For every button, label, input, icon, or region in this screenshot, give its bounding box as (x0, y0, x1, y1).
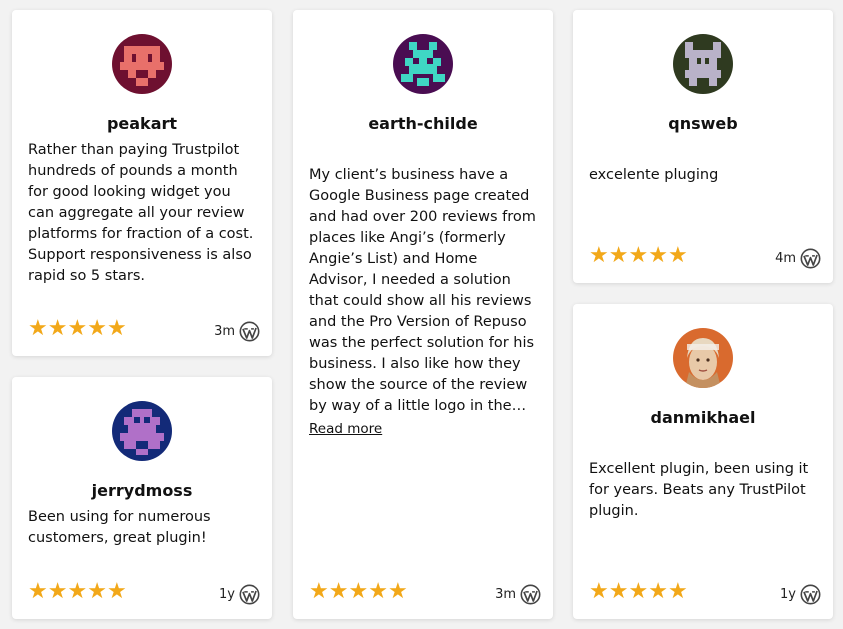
wordpress-icon[interactable] (520, 584, 541, 605)
star-icon: ★ (106, 316, 127, 341)
star-icon: ★ (628, 579, 649, 604)
review-text: Rather than paying Trustpilot hundreds o… (28, 140, 258, 287)
star-icon: ★ (589, 579, 609, 604)
star-icon: ★ (328, 579, 349, 604)
star-icon: ★ (667, 243, 688, 268)
star-icon: ★ (47, 316, 68, 341)
pixel-avatar-icon (393, 34, 453, 94)
reviewer-name: danmikhael (650, 408, 756, 427)
star-icon: ★ (309, 579, 329, 604)
star-icon: ★ (667, 579, 688, 604)
star-icon: ★ (648, 579, 668, 604)
review-meta: 3m (214, 321, 260, 342)
star-icon: ★ (608, 243, 629, 268)
star-rating: ★★★★★ (589, 581, 688, 603)
wordpress-icon[interactable] (800, 248, 821, 269)
star-icon: ★ (348, 579, 369, 604)
review-text-body: My client’s business have a Google Busin… (309, 167, 536, 414)
avatar (393, 34, 453, 94)
review-text-body: Been using for numerous customers, great… (28, 509, 211, 546)
review-text: excelente pluging (589, 165, 819, 186)
review-time: 3m (214, 324, 235, 339)
read-more-link[interactable]: Read more (309, 419, 539, 440)
star-icon: ★ (47, 579, 68, 604)
review-text-body: Rather than paying Trustpilot hundreds o… (28, 142, 254, 284)
review-meta: 4m (775, 248, 821, 269)
review-time: 3m (495, 587, 516, 602)
review-card: qnsweb excelente pluging ★★★★★ 4m (573, 10, 833, 283)
star-rating: ★★★★★ (28, 581, 127, 603)
wordpress-icon[interactable] (239, 584, 260, 605)
pixel-avatar-icon (673, 34, 733, 94)
review-text: Been using for numerous customers, great… (28, 507, 258, 549)
review-card: earth-childe My client’s business have a… (293, 10, 553, 619)
wordpress-icon[interactable] (239, 321, 260, 342)
review-text: Excellent plugin, been using it for year… (589, 459, 819, 522)
review-card: peakart Rather than paying Trustpilot hu… (12, 10, 272, 356)
star-icon: ★ (87, 579, 107, 604)
review-time: 1y (780, 587, 796, 602)
star-icon: ★ (67, 579, 88, 604)
reviewer-name: peakart (106, 114, 178, 133)
avatar (673, 34, 733, 94)
pixel-avatar-icon (112, 34, 172, 94)
review-card: danmikhael Excellent plugin, been using … (573, 304, 833, 619)
avatar (673, 328, 733, 388)
star-icon: ★ (628, 243, 649, 268)
star-icon: ★ (106, 579, 127, 604)
star-icon: ★ (87, 316, 107, 341)
star-icon: ★ (608, 579, 629, 604)
star-icon: ★ (368, 579, 388, 604)
star-icon: ★ (387, 579, 408, 604)
star-icon: ★ (648, 243, 668, 268)
review-time: 4m (775, 251, 796, 266)
review-meta: 1y (780, 584, 821, 605)
star-icon: ★ (589, 243, 609, 268)
reviewer-name: earth-childe (368, 114, 478, 133)
avatar (112, 401, 172, 461)
star-icon: ★ (67, 316, 88, 341)
review-text-body: excelente pluging (589, 167, 719, 183)
star-rating: ★★★★★ (28, 318, 127, 340)
review-text: My client’s business have a Google Busin… (309, 165, 539, 440)
photo-avatar-icon (673, 328, 733, 388)
star-icon: ★ (28, 579, 48, 604)
star-icon: ★ (28, 316, 48, 341)
reviewer-name: jerrydmoss (91, 481, 193, 500)
reviewer-name: qnsweb (668, 114, 738, 133)
star-rating: ★★★★★ (589, 245, 688, 267)
review-meta: 1y (219, 584, 260, 605)
review-time: 1y (219, 587, 235, 602)
review-text-body: Excellent plugin, been using it for year… (589, 461, 809, 519)
star-rating: ★★★★★ (309, 581, 408, 603)
review-card: jerrydmoss Been using for numerous custo… (12, 377, 272, 619)
pixel-avatar-icon (112, 401, 172, 461)
avatar (112, 34, 172, 94)
review-meta: 3m (495, 584, 541, 605)
wordpress-icon[interactable] (800, 584, 821, 605)
